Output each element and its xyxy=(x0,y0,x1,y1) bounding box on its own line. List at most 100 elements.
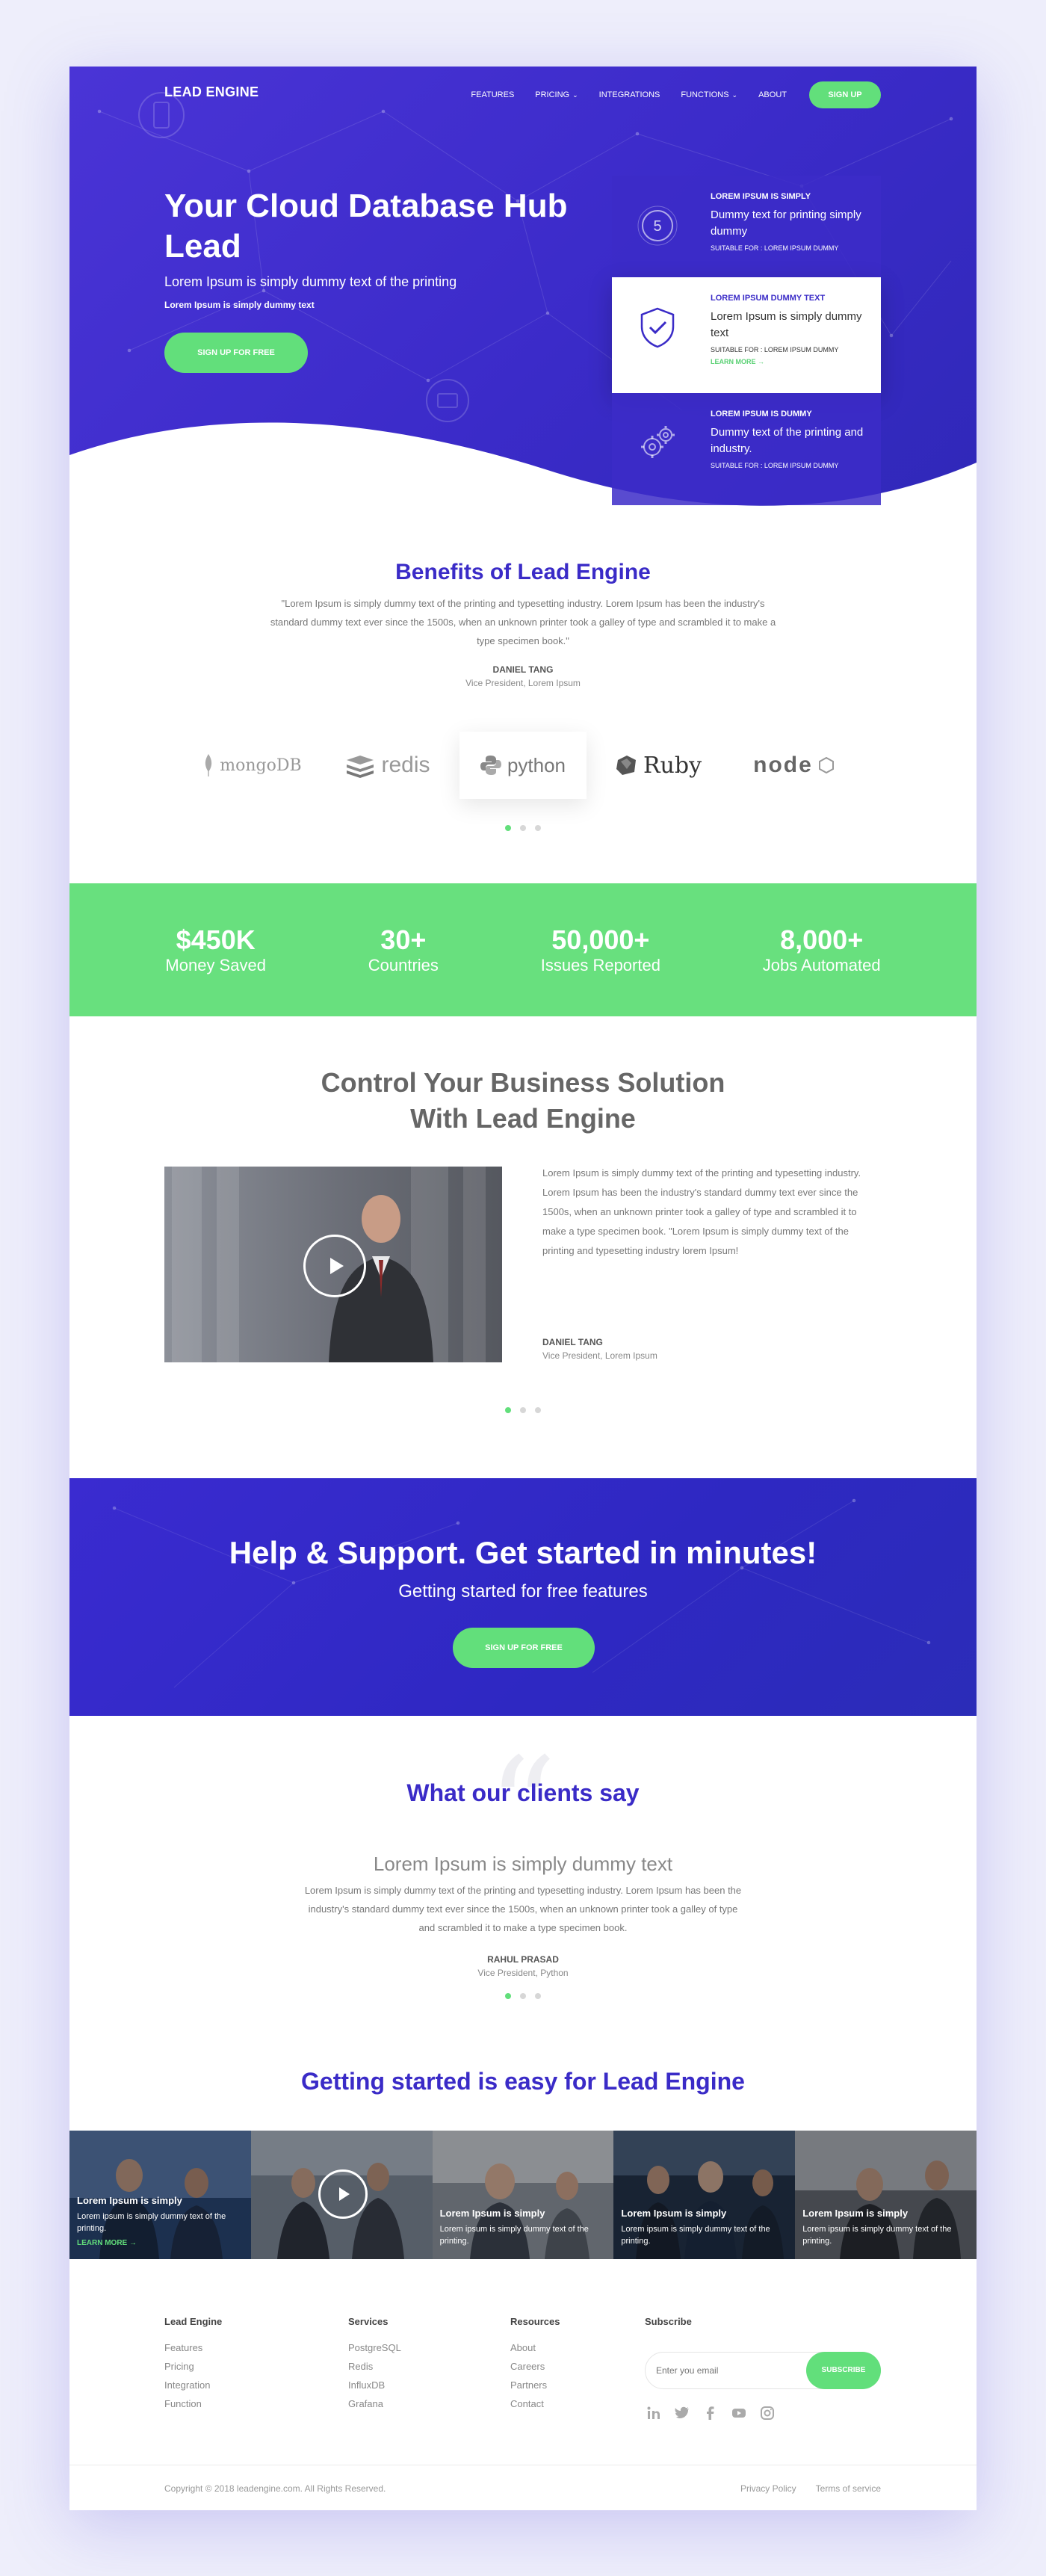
privacy-policy-link[interactable]: Privacy Policy xyxy=(740,2483,796,2494)
signup-button[interactable]: SIGN UP xyxy=(809,81,881,108)
person-name: RAHUL PRASAD xyxy=(487,1954,559,1965)
gallery-item[interactable]: Lorem Ipsum is simply Lorem ipsum is sim… xyxy=(432,2131,614,2259)
gallery-item[interactable]: Lorem Ipsum is simply Lorem ipsum is sim… xyxy=(795,2131,977,2259)
help-subtitle: Getting started for free features xyxy=(398,1581,648,1601)
python-logo[interactable]: python xyxy=(459,732,587,799)
card-text: Dummy text of the printing and industry. xyxy=(711,426,864,455)
card-text: Dummy text for printing simply dummy xyxy=(711,209,861,238)
carousel-dot-active[interactable] xyxy=(505,825,511,831)
ruby-gem-icon xyxy=(616,756,636,775)
footer-link[interactable]: InfluxDB xyxy=(348,2379,401,2391)
gallery-caption: Lorem Ipsum is simply Lorem ipsum is sim… xyxy=(802,2208,967,2247)
caption-desc: Lorem ipsum is simply dummy text of the … xyxy=(802,2225,952,2246)
shield-check-icon xyxy=(640,307,675,348)
mongodb-logo[interactable]: mongoDB xyxy=(189,732,316,799)
footer-heading: Lead Engine xyxy=(164,2316,223,2327)
hero-section: LEAD ENGINE FEATURES PRICING ⌄ INTEGRATIO… xyxy=(69,67,977,530)
card-heading: LOREM IPSUM IS SIMPLY xyxy=(711,192,811,201)
carousel-dot[interactable] xyxy=(520,1407,526,1413)
footer-link[interactable]: Features xyxy=(164,2342,222,2353)
social-links xyxy=(646,2406,775,2421)
logo-carousel-dots xyxy=(69,825,977,831)
person-role: Vice President, Python xyxy=(477,1968,569,1978)
subscribe-button[interactable]: SUBSCRIBE xyxy=(806,2352,881,2389)
youtube-icon[interactable] xyxy=(731,2406,746,2421)
nav-features[interactable]: FEATURES xyxy=(471,90,514,99)
play-button[interactable] xyxy=(303,1235,366,1297)
nav-label: INTEGRATIONS xyxy=(598,90,660,99)
carousel-dot-active[interactable] xyxy=(505,1407,511,1413)
chevron-down-icon: ⌄ xyxy=(572,90,578,99)
footer-col-subscribe: Subscribe xyxy=(645,2316,692,2342)
stat-label: Money Saved xyxy=(165,956,266,975)
gears-icon xyxy=(641,426,675,458)
benefits-title: Benefits of Lead Engine xyxy=(395,560,651,584)
video-thumbnail[interactable] xyxy=(164,1167,502,1362)
logo-label: node xyxy=(753,753,813,777)
caption-title: Lorem Ipsum is simply xyxy=(621,2208,727,2219)
nav-label: FUNCTIONS xyxy=(681,90,729,99)
play-icon xyxy=(339,2187,350,2201)
carousel-dot[interactable] xyxy=(520,825,526,831)
carousel-dot-active[interactable] xyxy=(505,1993,511,1999)
nav-pricing[interactable]: PRICING ⌄ xyxy=(535,90,578,99)
hero-subtitle-secondary: Lorem Ipsum is simply dummy text xyxy=(164,300,315,310)
gallery-item-video[interactable] xyxy=(250,2131,433,2259)
clients-title: What our clients say xyxy=(406,1779,640,1806)
nav-integrations[interactable]: INTEGRATIONS xyxy=(599,90,660,99)
nav-functions[interactable]: FUNCTIONS ⌄ xyxy=(681,90,737,99)
learn-more-link[interactable]: LEARN MORE → xyxy=(711,358,866,365)
footer-link[interactable]: Integration xyxy=(164,2379,222,2391)
redis-logo[interactable]: redis xyxy=(324,732,451,799)
footer-link[interactable]: Contact xyxy=(510,2398,560,2409)
stat-value: 50,000+ xyxy=(551,924,650,955)
feature-card-active[interactable]: LOREM IPSUM DUMMY TEXT Lorem Ipsum is si… xyxy=(612,277,881,393)
email-input[interactable] xyxy=(656,2353,798,2388)
nav-about[interactable]: ABOUT xyxy=(758,90,787,99)
linkedin-icon[interactable] xyxy=(646,2406,661,2421)
caption-desc: Lorem ipsum is simply dummy text of the … xyxy=(621,2225,770,2246)
footer-link[interactable]: PostgreSQL xyxy=(348,2342,401,2353)
learn-more-link[interactable]: LEARN MORE → xyxy=(77,2239,241,2247)
facebook-icon[interactable] xyxy=(703,2406,718,2421)
footer-link[interactable]: Grafana xyxy=(348,2398,401,2409)
client-headline: Lorem Ipsum is simply dummy text xyxy=(373,1853,673,1875)
help-signup-button[interactable]: SIGN UP FOR FREE xyxy=(453,1628,595,1668)
footer-link[interactable]: Redis xyxy=(348,2361,401,2372)
footer-link[interactable]: Partners xyxy=(510,2379,560,2391)
twitter-icon[interactable] xyxy=(675,2406,690,2421)
carousel-dot[interactable] xyxy=(535,1407,541,1413)
footer-link[interactable]: Function xyxy=(164,2398,222,2409)
carousel-dot[interactable] xyxy=(520,1993,526,1999)
stat-label: Issues Reported xyxy=(540,956,660,975)
gallery-caption: Lorem Ipsum is simply Lorem ipsum is sim… xyxy=(440,2208,604,2247)
footer-link[interactable]: About xyxy=(510,2342,560,2353)
five-circle-icon: 5 xyxy=(637,206,678,246)
feature-card[interactable]: LOREM IPSUM IS DUMMY Dummy text of the p… xyxy=(612,393,881,505)
play-button[interactable] xyxy=(318,2169,368,2219)
clients-carousel-dots xyxy=(69,1993,977,1999)
gallery-item[interactable]: Lorem Ipsum is simply Lorem ipsum is sim… xyxy=(69,2131,251,2259)
ruby-logo[interactable]: Ruby xyxy=(595,732,722,799)
benefits-quote: "Lorem Ipsum is simply dummy text of the… xyxy=(270,598,776,646)
terms-link[interactable]: Terms of service xyxy=(816,2483,881,2494)
footer-heading: Services xyxy=(348,2316,389,2327)
stat-jobs-automated: 8,000+ Jobs Automated xyxy=(763,924,881,975)
logo[interactable]: LEAD ENGINE xyxy=(164,81,259,102)
svg-text:5: 5 xyxy=(653,218,661,235)
person-name: DANIEL TANG xyxy=(492,664,554,675)
mongodb-leaf-icon xyxy=(205,754,212,776)
control-title-line2: With Lead Engine xyxy=(410,1103,636,1134)
gallery: Lorem Ipsum is simply Lorem ipsum is sim… xyxy=(69,2131,977,2259)
gallery-item[interactable]: Lorem Ipsum is simply Lorem ipsum is sim… xyxy=(613,2131,796,2259)
node-logo[interactable]: node xyxy=(730,732,857,799)
footer-link[interactable]: Careers xyxy=(510,2361,560,2372)
footer-link[interactable]: Pricing xyxy=(164,2361,222,2372)
hero-signup-button[interactable]: SIGN UP FOR FREE xyxy=(164,333,308,373)
client-quote: Lorem Ipsum is simply dummy text of the … xyxy=(304,1885,742,1933)
card-heading: LOREM IPSUM DUMMY TEXT xyxy=(711,294,826,303)
instagram-icon[interactable] xyxy=(760,2406,775,2421)
carousel-dot[interactable] xyxy=(535,825,541,831)
feature-card[interactable]: 5 LOREM IPSUM IS SIMPLY Dummy text for p… xyxy=(612,176,881,288)
carousel-dot[interactable] xyxy=(535,1993,541,1999)
